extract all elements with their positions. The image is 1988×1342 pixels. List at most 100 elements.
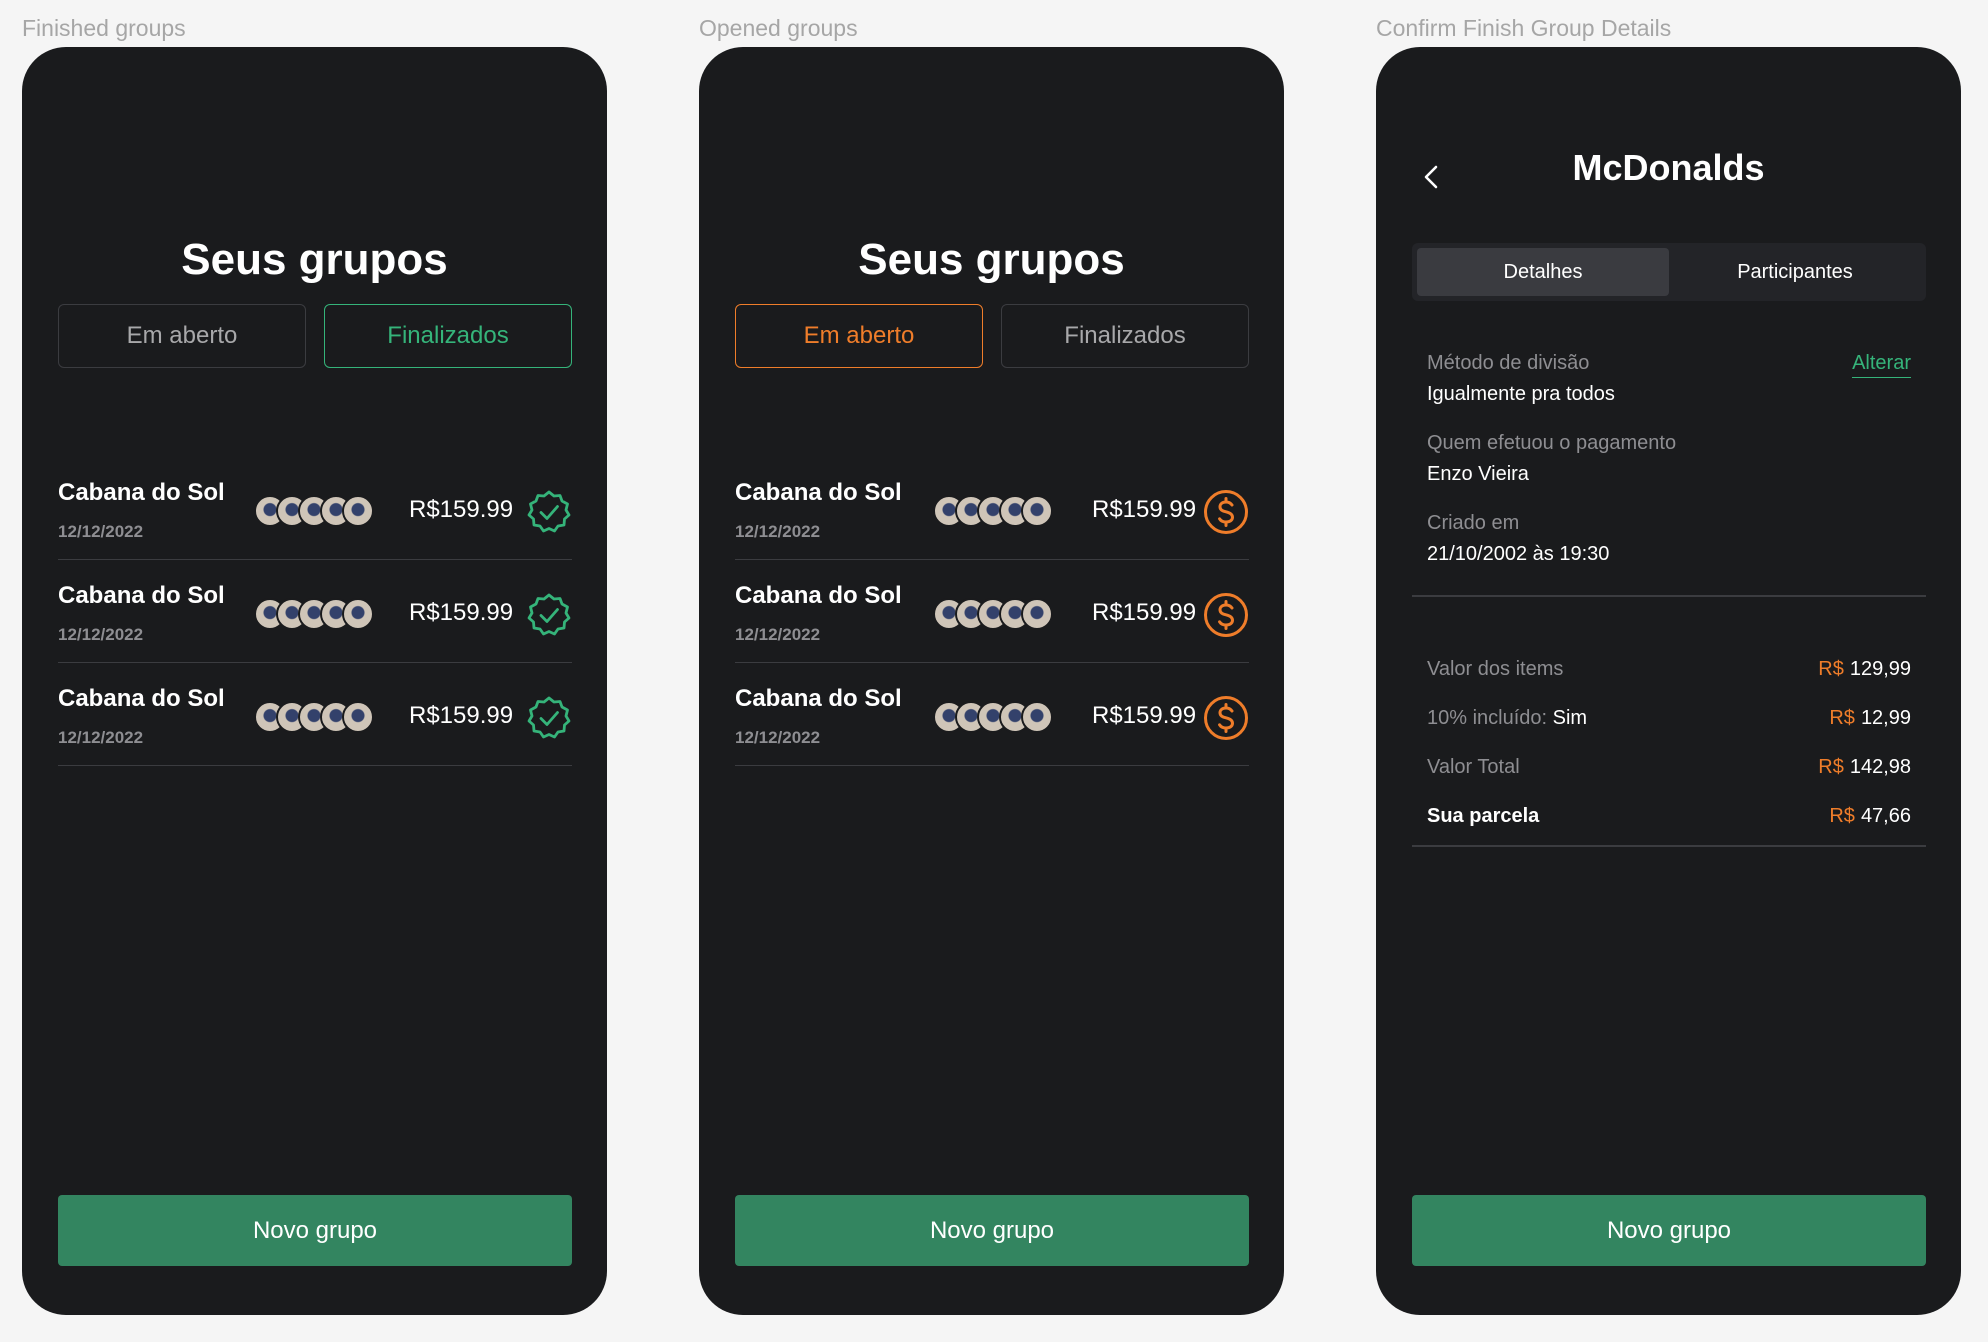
tab-em-aberto[interactable]: Em aberto [58,304,306,368]
payer-value: Enzo Vieira [1427,463,1529,485]
group-price: R$159.99 [1092,599,1197,626]
amount: 129,99 [1849,658,1911,680]
participant-avatars [254,598,374,630]
total-label: Valor Total [1427,756,1520,778]
group-name: Cabana do Sol [58,582,225,609]
group-name: Cabana do Sol [735,582,902,609]
group-price: R$159.99 [409,496,514,523]
avatar [1021,495,1053,527]
total-row-total: Valor Total R$ 142,98 [1427,743,1911,792]
currency-symbol: R$ [1829,707,1855,729]
total-label: 10% incluído: Sim [1427,707,1587,730]
page-title: McDonalds [1572,147,1765,188]
divider [1412,845,1926,847]
page-title: Seus grupos [181,235,448,284]
dollar-circle-icon [1204,593,1248,637]
service-label: 10% incluído: [1427,707,1548,729]
page-title: Seus grupos [858,235,1125,284]
dollar-circle-icon [1204,696,1248,740]
group-price: R$159.99 [1092,496,1197,523]
group-name: Cabana do Sol [58,685,225,712]
group-price: R$159.99 [1092,702,1197,729]
group-date: 12/12/2022 [735,625,821,644]
participant-avatars [933,495,1053,527]
group-row[interactable]: Cabana do Sol 12/12/2022 R$159.99 [735,560,1249,663]
amount: 47,66 [1860,805,1911,827]
new-group-button[interactable]: Novo grupo [58,1195,572,1266]
split-method-label: Método de divisão [1427,352,1590,374]
frame-label-opened: Opened groups [699,15,858,41]
frame-label-finished: Finished groups [22,15,186,41]
currency-symbol: R$ [1829,805,1855,827]
total-row-share: Sua parcela R$ 47,66 [1427,792,1911,841]
group-details-screen: McDonalds Detalhes Participantes Método … [1376,47,1961,1315]
details-segmented-control: Detalhes Participantes [1412,243,1926,301]
avatar [342,495,374,527]
frame-label-confirm: Confirm Finish Group Details [1376,15,1672,41]
opened-groups-screen: Seus grupos Em aberto Finalizados Cabana… [699,47,1284,1315]
verified-check-icon [527,490,571,533]
split-method-value: Igualmente pra todos [1427,383,1615,405]
tab-finalizados[interactable]: Finalizados [324,304,572,368]
service-included-value: Sim [1552,707,1588,729]
group-date: 12/12/2022 [735,522,821,541]
split-method-section: Método de divisão Igualmente pra todos A… [1427,352,1911,406]
totals-section: Valor dos items R$ 129,99 10% incluído: S… [1427,645,1911,841]
created-label: Criado em [1427,512,1520,534]
total-row-service: 10% incluído: Sim R$ 12,99 [1427,694,1911,743]
currency-symbol: R$ [1818,756,1844,778]
total-value: R$ 129,99 [1818,658,1911,681]
total-row-items: Valor dos items R$ 129,99 [1427,645,1911,694]
new-group-button[interactable]: Novo grupo [735,1195,1249,1266]
payer-section: Quem efetuou o pagamento Enzo Vieira [1427,432,1911,486]
group-row[interactable]: Cabana do Sol 12/12/2022 R$159.99 [735,457,1249,560]
amount: 142,98 [1849,756,1911,778]
group-date: 12/12/2022 [735,728,821,747]
group-row[interactable]: Cabana do Sol 12/12/2022 R$159.99 [58,457,572,560]
total-value: R$ 142,98 [1818,756,1911,779]
payer-label: Quem efetuou o pagamento [1427,432,1677,454]
tab-detalhes[interactable]: Detalhes [1417,248,1669,296]
group-date: 12/12/2022 [58,625,144,644]
change-split-link[interactable]: Alterar [1852,352,1911,378]
verified-check-icon [527,696,571,739]
participant-avatars [254,701,374,733]
total-value: R$ 47,66 [1829,805,1911,828]
group-date: 12/12/2022 [58,522,144,541]
group-price: R$159.99 [409,702,514,729]
group-list: Cabana do Sol 12/12/2022 R$159.99 Cabana… [58,457,572,766]
dollar-circle-icon [1204,490,1248,534]
total-label: Valor dos items [1427,658,1564,680]
finished-groups-screen: Seus grupos Em aberto Finalizados Cabana… [22,47,607,1315]
group-name: Cabana do Sol [58,479,225,506]
new-group-button[interactable]: Novo grupo [1412,1195,1926,1266]
participant-avatars [254,495,374,527]
created-section: Criado em 21/10/2002 às 19:30 [1427,512,1911,566]
group-tabs: Em aberto Finalizados [58,304,572,368]
group-list: Cabana do Sol 12/12/2022 R$159.99 Cabana… [735,457,1249,766]
total-value: R$ 12,99 [1829,707,1911,730]
participant-avatars [933,598,1053,630]
verified-check-icon [527,593,571,636]
group-row[interactable]: Cabana do Sol 12/12/2022 R$159.99 [735,663,1249,766]
group-name: Cabana do Sol [735,685,902,712]
group-price: R$159.99 [409,599,514,626]
avatar [342,701,374,733]
created-value: 21/10/2002 às 19:30 [1427,543,1610,565]
group-name: Cabana do Sol [735,479,902,506]
avatar [342,598,374,630]
group-date: 12/12/2022 [58,728,144,747]
participant-avatars [933,701,1053,733]
tab-finalizados[interactable]: Finalizados [1001,304,1249,368]
avatar [1021,598,1053,630]
group-row[interactable]: Cabana do Sol 12/12/2022 R$159.99 [58,560,572,663]
group-row[interactable]: Cabana do Sol 12/12/2022 R$159.99 [58,663,572,766]
tab-em-aberto[interactable]: Em aberto [735,304,983,368]
group-tabs: Em aberto Finalizados [735,304,1249,368]
tab-participantes[interactable]: Participantes [1669,248,1921,296]
avatar [1021,701,1053,733]
amount: 12,99 [1860,707,1911,729]
currency-symbol: R$ [1818,658,1844,680]
total-label: Sua parcela [1427,805,1540,827]
divider [1412,595,1926,597]
